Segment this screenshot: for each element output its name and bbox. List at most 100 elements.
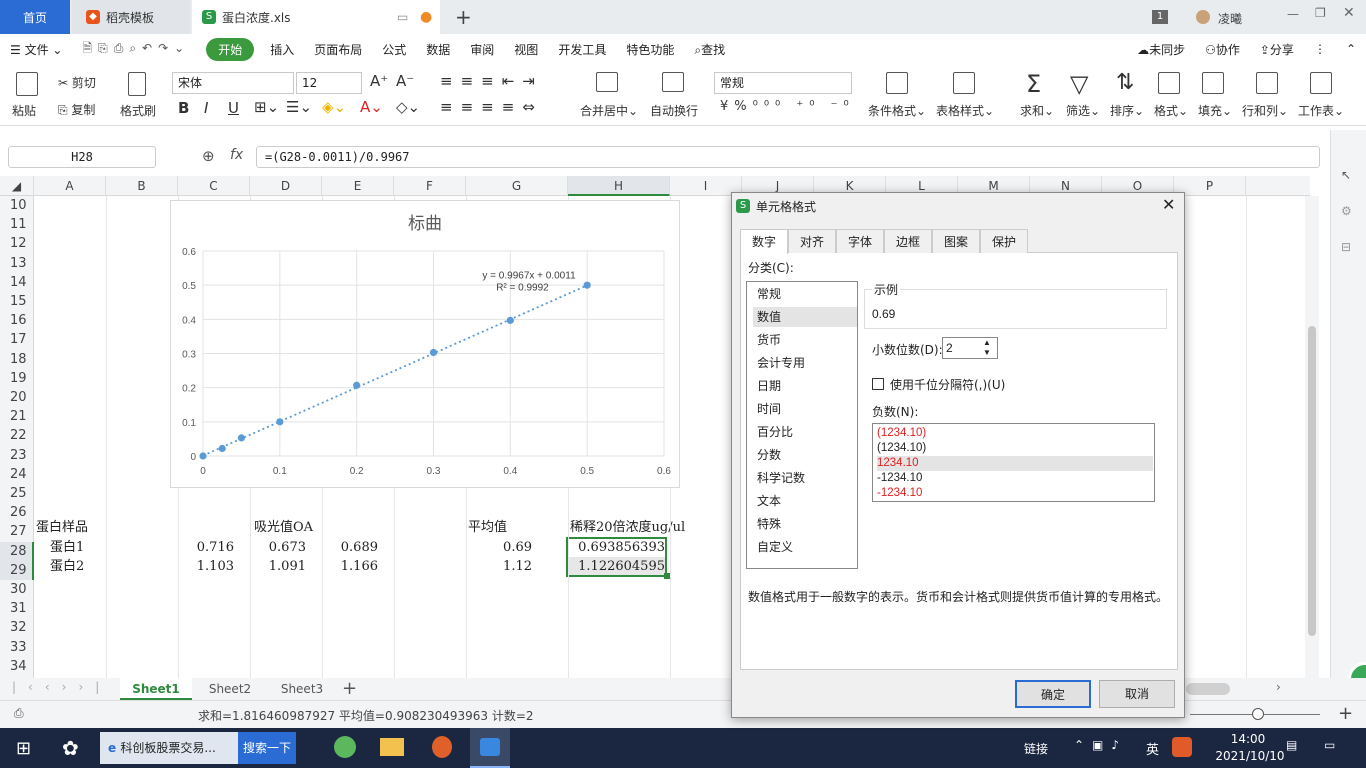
category-item[interactable]: 日期 [753,376,857,396]
negative-option[interactable]: -1234.10 [877,486,1153,501]
zoom-slider-knob[interactable] [1252,708,1264,720]
more-icon[interactable]: ⋮ [1304,42,1336,56]
category-list[interactable]: 常规 数值 货币 会计专用 日期 时间 百分比 分数 科学记数 文本 特殊 自定… [746,281,858,569]
row-header-29[interactable]: 29 [0,560,34,580]
row-header-30[interactable]: 30 [0,580,34,599]
category-item-selected[interactable]: 数值 [753,307,857,327]
number-style-icons[interactable]: ¥%⁰⁰⁰ ⁺⁰ ⁻⁰ [720,99,855,114]
row-header-16[interactable]: 16 [0,311,34,330]
chart[interactable]: 标曲 0 0.1 0.2 0.3 0.4 0.5 0.6 0 0.1 0.2 0.3 0.4 0.5 0.6… [170,200,680,488]
row-header-24[interactable]: 24 [0,465,34,484]
category-item[interactable]: 常规 [753,284,857,304]
fill-button[interactable]: 填充⌄ [1198,102,1232,119]
cell-d29[interactable]: 1.091 [250,557,306,576]
filter-icon[interactable]: ▽ [1070,70,1088,98]
sort-icon[interactable]: ⇅ [1116,70,1134,95]
dialog-tab-align[interactable]: 对齐 [788,229,836,253]
avatar[interactable] [1196,10,1210,24]
category-item[interactable]: 特殊 [753,514,857,534]
dialog-tab-border[interactable]: 边框 [884,229,932,253]
row-header-25[interactable]: 25 [0,484,34,503]
ime-icon[interactable] [1172,737,1192,757]
close-icon[interactable]: ✕ [1343,5,1355,21]
cell-g27[interactable]: 平均值 [468,518,507,537]
new-tab-icon[interactable]: + [455,5,472,29]
property-icon[interactable]: ⊟ [1341,240,1351,254]
align-top-icons[interactable]: ≡≡≡⇤⇥ [440,72,543,90]
format-icon[interactable] [1158,72,1180,94]
cursor-icon[interactable]: ↖ [1341,168,1351,182]
font-size-select[interactable]: 12 [296,72,362,94]
border-icon[interactable]: ⊞⌄ [254,98,279,116]
menu-file[interactable]: ☰ 文件 ⌄ [0,41,72,58]
category-item[interactable]: 货币 [753,330,857,350]
spinner-arrows-icon[interactable]: ▲ ▼ [983,338,991,358]
sum-button[interactable]: 求和⌄ [1020,102,1054,119]
sheet-tab-3[interactable]: Sheet3 [268,678,336,700]
row-header-12[interactable]: 12 [0,234,34,253]
italic-icon[interactable]: I [204,99,208,117]
rowcol-icon[interactable] [1256,72,1278,94]
font-name-select[interactable]: 宋体 [172,72,294,94]
window-count-badge[interactable]: 1 [1152,10,1168,24]
notes-icon[interactable]: ▤ [1286,738,1297,752]
category-item[interactable]: 分数 [753,445,857,465]
conditional-format-button[interactable]: 条件格式⌄ [868,102,926,119]
font-color-icon[interactable]: A⌄ [360,98,383,116]
menu-search[interactable]: ⌕查找 [684,41,735,58]
row-header-14[interactable]: 14 [0,273,34,292]
minimize-icon[interactable]: — [1287,7,1299,21]
ok-button[interactable]: 确定 [1015,680,1091,708]
menu-review[interactable]: 审阅 [460,41,504,58]
vertical-scroll-thumb[interactable] [1308,326,1316,636]
zoom-in-icon[interactable]: + [1338,703,1353,724]
cancel-button[interactable]: 取消 [1099,680,1175,708]
row-header-18[interactable]: 18 [0,350,34,369]
dialog-tab-number[interactable]: 数字 [740,229,788,254]
negative-list[interactable]: (1234.10) (1234.10) 1234.10 -1234.10 -12… [872,423,1155,502]
cell-e29[interactable]: 1.166 [322,557,378,576]
negative-option[interactable]: (1234.10) [877,426,1153,441]
underline-icon[interactable]: U [228,99,239,117]
wrap-button[interactable]: 自动换行 [650,102,698,119]
shrink-font-icon[interactable]: A⁻ [396,72,414,90]
assistant-icon[interactable]: ✿ [62,736,79,760]
tab-home[interactable]: 首页 [0,0,70,34]
row-header-33[interactable]: 33 [0,638,34,657]
taskbar-wps-item[interactable] [470,728,510,768]
table-style-button[interactable]: 表格样式⌄ [936,102,994,119]
copy-button[interactable]: ⎘ 复制 [58,101,95,118]
cell-d27[interactable]: 吸光值OA [254,518,313,537]
format-painter-button[interactable]: 格式刷 [120,102,156,119]
rowcol-button[interactable]: 行和列⌄ [1242,102,1288,119]
row-header-10[interactable]: 10 [0,196,34,215]
negative-option[interactable]: -1234.10 [877,471,1153,486]
category-item[interactable]: 会计专用 [753,353,857,373]
column-header-f[interactable]: F [394,176,466,196]
negative-option[interactable]: (1234.10) [877,441,1153,456]
row-header-28[interactable]: 28 [0,541,34,561]
fill-color-icon[interactable]: ◈⌄ [322,98,346,116]
horizontal-scroll-thumb[interactable] [1186,683,1230,695]
dialog-close-icon[interactable]: ✕ [1162,195,1175,214]
negative-option-selected[interactable]: 1234.10 [877,456,1153,471]
row-header-20[interactable]: 20 [0,388,34,407]
style-icon[interactable]: ☰⌄ [286,98,312,116]
menu-formula[interactable]: 公式 [372,41,416,58]
format-button[interactable]: 格式⌄ [1154,102,1188,119]
menu-special[interactable]: 特色功能 [616,41,684,58]
column-header-b[interactable]: B [106,176,178,196]
category-item[interactable]: 文本 [753,491,857,511]
row-header-34[interactable]: 34 [0,657,34,676]
worksheet-icon[interactable] [1310,72,1332,94]
sheet-nav-icons[interactable]: |‹‹››| [12,680,111,694]
table-style-icon[interactable] [953,72,975,94]
column-header-h[interactable]: H [568,176,670,196]
monitor-icon[interactable]: ▭ [397,10,408,24]
menu-developer[interactable]: 开发工具 [548,41,616,58]
collapse-ribbon-icon[interactable]: ⌃ [1336,42,1366,56]
row-header-11[interactable]: 11 [0,215,34,234]
cut-button[interactable]: ✂ 剪切 [58,74,96,91]
worksheet-button[interactable]: 工作表⌄ [1298,102,1344,119]
vertical-scrollbar[interactable] [1305,196,1319,678]
